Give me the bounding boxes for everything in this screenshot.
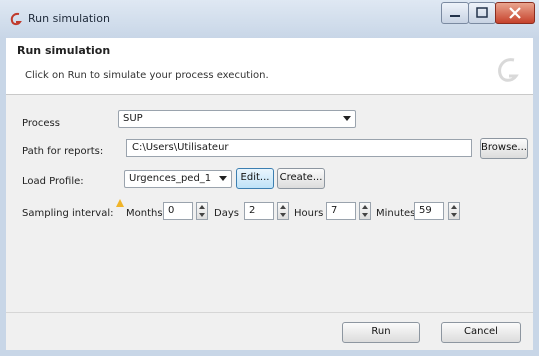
app-logo-icon — [10, 12, 22, 26]
minimize-icon — [450, 15, 460, 17]
edit-button[interactable]: Edit... — [236, 168, 274, 189]
cancel-button[interactable]: Cancel — [441, 322, 521, 343]
sampling-label: Sampling interval: — [22, 208, 114, 219]
page-subtitle: Click on Run to simulate your process ex… — [25, 70, 269, 81]
maximize-button[interactable] — [468, 2, 496, 24]
window-title: Run simulation — [28, 12, 110, 25]
stepper-down-icon — [362, 213, 368, 217]
watermark-logo-icon — [498, 58, 519, 82]
browse-button[interactable]: Browse... — [480, 138, 528, 159]
stepper-down-icon — [451, 213, 457, 217]
minutes-label: Minutes — [376, 208, 416, 219]
footer-divider — [6, 312, 533, 313]
hours-input[interactable]: 7 — [326, 202, 356, 220]
months-stepper[interactable] — [196, 202, 208, 220]
create-button[interactable]: Create... — [277, 168, 325, 189]
page-title: Run simulation — [17, 44, 111, 57]
warning-icon — [116, 199, 124, 207]
close-button[interactable] — [495, 2, 535, 24]
days-input[interactable]: 2 — [244, 202, 274, 220]
chevron-down-icon — [343, 116, 351, 121]
stepper-down-icon — [280, 213, 286, 217]
months-input[interactable]: 0 — [163, 202, 193, 220]
minimize-button[interactable] — [441, 2, 469, 24]
hours-stepper[interactable] — [359, 202, 371, 220]
load-profile-select[interactable]: Urgences_ped_1 — [124, 170, 232, 188]
stepper-up-icon — [451, 205, 457, 209]
months-label: Months — [126, 208, 163, 219]
stepper-up-icon — [199, 205, 205, 209]
window-controls — [441, 2, 535, 24]
days-stepper[interactable] — [277, 202, 289, 220]
window-border-right — [533, 38, 539, 356]
stepper-up-icon — [280, 205, 286, 209]
process-label: Process — [22, 118, 60, 129]
stepper-up-icon — [362, 205, 368, 209]
process-value: SUP — [123, 113, 143, 124]
close-icon — [509, 7, 521, 19]
minutes-input[interactable]: 59 — [414, 202, 444, 220]
hours-label: Hours — [294, 208, 324, 219]
minutes-stepper[interactable] — [448, 202, 460, 220]
load-profile-label: Load Profile: — [22, 176, 84, 187]
process-select[interactable]: SUP — [118, 110, 356, 128]
maximize-icon — [476, 7, 488, 18]
window-border-bottom — [0, 350, 539, 356]
chevron-down-icon — [219, 176, 227, 181]
path-input[interactable]: C:\Users\Utilisateur — [126, 139, 472, 157]
days-label: Days — [214, 208, 239, 219]
stepper-down-icon — [199, 213, 205, 217]
path-label: Path for reports: — [22, 146, 104, 157]
run-button[interactable]: Run — [342, 322, 420, 343]
load-profile-value: Urgences_ped_1 — [129, 173, 212, 184]
